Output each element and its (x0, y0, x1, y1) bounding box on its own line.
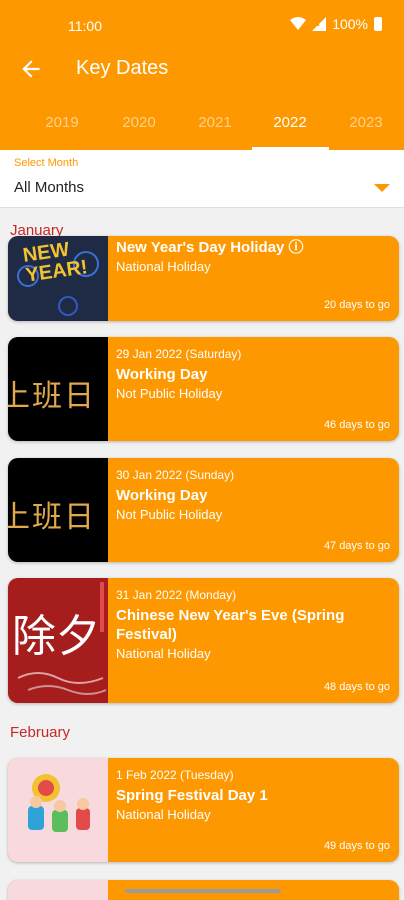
card-date: 31 Jan 2022 (Monday) (116, 588, 237, 602)
page-title: Key Dates (76, 57, 169, 79)
card-type: National Holiday (116, 807, 211, 822)
key-date-card[interactable]: NEW YEAR! New Year's Day Holiday ⓘ Natio… (8, 236, 399, 321)
card-name: Spring Festival Day 1 (116, 787, 268, 804)
year-tabs: 2019 2020 2021 2022 2023 (0, 104, 404, 150)
thumb-text: 上班日 (8, 379, 96, 414)
card-type: National Holiday (116, 646, 211, 661)
month-select-value: All Months (14, 179, 85, 196)
card-image (8, 880, 108, 900)
key-date-card[interactable]: 1 Feb 2022 (Tuesday) Spring Festival Day… (8, 758, 399, 862)
key-date-card[interactable]: 上班日 30 Jan 2022 (Sunday) Working Day Not… (8, 458, 399, 562)
month-select-label: Select Month (14, 157, 79, 169)
gesture-nav-bar[interactable] (125, 889, 281, 893)
status-bar: 11:00 100% (0, 0, 404, 52)
thumb-text: 上班日 (8, 500, 96, 535)
tab-2019[interactable]: 2019 (45, 114, 78, 131)
lion-dance-image (8, 758, 108, 862)
card-name: Chinese New Year's Eve (Spring Festival) (116, 607, 345, 643)
app-bar: Key Dates (0, 52, 404, 92)
card-name: New Year's Day Holiday ⓘ (116, 239, 304, 256)
card-days-to-go: 47 days to go (323, 540, 390, 552)
card-days-to-go: 48 days to go (323, 681, 390, 693)
battery-icon (374, 17, 382, 31)
tab-overflow-edge (0, 114, 2, 130)
card-type: Not Public Holiday (116, 386, 223, 401)
card-info: 1 Feb 2022 (Tuesday) Spring Festival Day… (116, 758, 391, 822)
key-date-card[interactable]: 除夕 31 Jan 2022 (Monday) Chinese New Year… (8, 578, 399, 703)
tab-2020[interactable]: 2020 (122, 114, 155, 131)
month-select[interactable]: Select Month All Months (0, 150, 404, 208)
thumb-text: 除夕 (12, 611, 100, 662)
new-year-fireworks-image: NEW YEAR! (8, 236, 108, 321)
signal-icon (312, 17, 327, 31)
status-icons: 100% (290, 16, 382, 32)
card-date: 29 Jan 2022 (Saturday) (116, 347, 242, 361)
card-date: 1 Feb 2022 (Tuesday) (116, 768, 234, 782)
card-info: 29 Jan 2022 (Saturday) Working Day Not P… (116, 337, 391, 401)
wifi-icon (290, 17, 307, 30)
card-type: Not Public Holiday (116, 507, 223, 522)
card-name: Working Day (116, 366, 208, 383)
card-type: National Holiday (116, 259, 211, 274)
status-time: 11:00 (68, 18, 102, 34)
tab-2022[interactable]: 2022 (273, 114, 306, 131)
card-days-to-go: 20 days to go (323, 299, 390, 311)
working-day-image: 上班日 (8, 337, 108, 441)
card-days-to-go: 49 days to go (323, 840, 390, 852)
new-years-eve-image: 除夕 (8, 578, 108, 703)
card-days-to-go: 46 days to go (323, 419, 390, 431)
card-info: 30 Jan 2022 (Sunday) Working Day Not Pub… (116, 458, 391, 522)
card-info: 31 Jan 2022 (Monday) Chinese New Year's … (116, 578, 391, 661)
card-name: Working Day (116, 487, 208, 504)
battery-percent: 100% (332, 16, 368, 32)
top-app-bar: 11:00 100% Key Dates 2019 2020 2021 2022… (0, 0, 404, 150)
month-header-february: February (10, 724, 71, 741)
arrow-back-icon[interactable] (18, 56, 44, 82)
working-day-image: 上班日 (8, 458, 108, 562)
tab-2021[interactable]: 2021 (198, 114, 231, 131)
key-date-card[interactable]: 上班日 29 Jan 2022 (Saturday) Working Day N… (8, 337, 399, 441)
card-info: New Year's Day Holiday ⓘ National Holida… (116, 236, 391, 274)
dropdown-caret-icon (374, 184, 390, 192)
tab-2023[interactable]: 2023 (349, 114, 382, 131)
card-date: 30 Jan 2022 (Sunday) (116, 468, 235, 482)
